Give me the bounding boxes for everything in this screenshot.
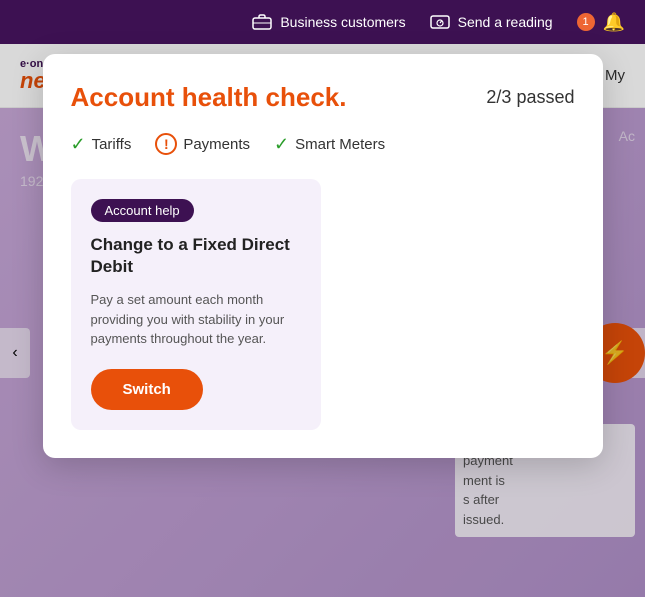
briefcase-icon	[252, 12, 272, 32]
modal-header: Account health check. 2/3 passed	[71, 82, 575, 113]
bell-icon: 🔔	[603, 12, 625, 33]
business-customers-label: Business customers	[280, 14, 405, 30]
modal-passed: 2/3 passed	[486, 87, 574, 108]
notification-link[interactable]: 1 🔔	[577, 12, 625, 33]
help-card: Account help Change to a Fixed Direct De…	[71, 179, 321, 430]
warning-icon: !	[155, 133, 177, 155]
card-description: Pay a set amount each month providing yo…	[91, 290, 301, 349]
send-reading-label: Send a reading	[458, 14, 553, 30]
check-tariffs-label: Tariffs	[92, 136, 132, 153]
check-payments-label: Payments	[183, 136, 250, 153]
modal-title: Account health check.	[71, 82, 347, 113]
checkmark-icon: ✓	[71, 134, 86, 155]
notification-badge: 1	[577, 13, 595, 31]
meter-icon	[430, 12, 450, 32]
top-bar: Business customers Send a reading 1 🔔	[0, 0, 645, 44]
modal-overlay: Account health check. 2/3 passed ✓ Tarif…	[0, 44, 645, 597]
business-customers-link[interactable]: Business customers	[252, 12, 405, 32]
notification-count: 1	[583, 16, 589, 28]
modal-checks: ✓ Tariffs ! Payments ✓ Smart Meters	[71, 133, 575, 155]
check-tariffs: ✓ Tariffs	[71, 134, 132, 155]
card-badge: Account help	[91, 199, 194, 222]
switch-button[interactable]: Switch	[91, 369, 203, 410]
checkmark-icon: ✓	[274, 134, 289, 155]
check-payments: ! Payments	[155, 133, 250, 155]
account-health-check-modal: Account health check. 2/3 passed ✓ Tarif…	[43, 54, 603, 458]
send-reading-link[interactable]: Send a reading	[430, 12, 553, 32]
check-smart-meters-label: Smart Meters	[295, 136, 385, 153]
check-smart-meters: ✓ Smart Meters	[274, 134, 385, 155]
card-title: Change to a Fixed Direct Debit	[91, 234, 301, 278]
